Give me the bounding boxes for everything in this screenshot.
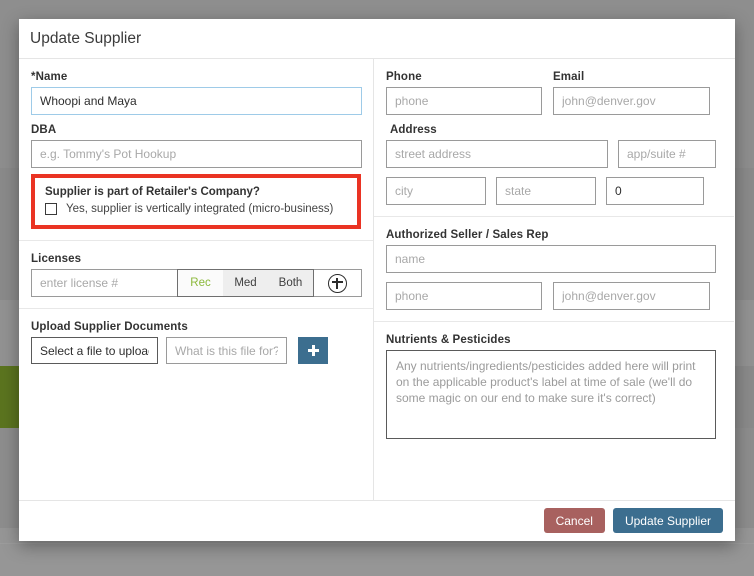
license-type-segmented-control: Rec Med Both: [177, 269, 314, 297]
licenses-label: Licenses: [31, 253, 361, 265]
upload-row: [31, 337, 361, 364]
street-address-input[interactable]: [386, 140, 608, 168]
update-supplier-modal: Update Supplier *Name DBA Supplier is pa…: [19, 19, 735, 541]
page-title: Update Supplier: [30, 30, 141, 48]
seller-contact-row: [386, 282, 722, 310]
cancel-button[interactable]: Cancel: [544, 508, 605, 533]
seller-phone-input[interactable]: [386, 282, 542, 310]
add-license-button[interactable]: [314, 269, 362, 297]
phone-label: Phone: [386, 71, 542, 83]
name-input[interactable]: [31, 87, 362, 115]
dba-label: DBA: [31, 124, 361, 136]
supplier-identity-section: *Name DBA Supplier is part of Retailer's…: [19, 59, 373, 240]
seller-email-input[interactable]: [553, 282, 710, 310]
contact-inputs-row: [386, 87, 722, 115]
add-document-button[interactable]: [298, 337, 328, 364]
select-file-button[interactable]: [31, 337, 158, 364]
email-label: Email: [553, 71, 710, 83]
zip-input[interactable]: [606, 177, 704, 205]
contact-section: Phone Email Address: [374, 59, 734, 216]
vertically-integrated-checkbox[interactable]: [45, 203, 57, 215]
file-purpose-input[interactable]: [166, 337, 287, 364]
seller-name-input[interactable]: [386, 245, 716, 273]
left-column: *Name DBA Supplier is part of Retailer's…: [19, 59, 374, 500]
license-type-rec[interactable]: Rec: [178, 270, 223, 296]
contact-labels-row: Phone Email: [386, 71, 722, 87]
modal-header: Update Supplier: [19, 19, 735, 59]
retailer-company-question: Supplier is part of Retailer's Company?: [45, 186, 347, 198]
right-column: Phone Email Address: [374, 59, 734, 500]
vertically-integrated-label: Yes, supplier is vertically integrated (…: [66, 203, 333, 215]
name-label: *Name: [31, 71, 361, 83]
phone-input[interactable]: [386, 87, 542, 115]
circle-plus-icon: [328, 274, 347, 293]
modal-body: *Name DBA Supplier is part of Retailer's…: [19, 59, 735, 500]
address-street-row: [386, 140, 722, 168]
nutrients-label: Nutrients & Pesticides: [386, 334, 722, 346]
license-type-both[interactable]: Both: [268, 270, 313, 296]
modal-footer: Cancel Update Supplier: [19, 500, 735, 540]
upload-documents-label: Upload Supplier Documents: [31, 321, 361, 333]
nutrients-section: Nutrients & Pesticides: [374, 321, 734, 455]
dba-input[interactable]: [31, 140, 362, 168]
retailer-company-highlight: Supplier is part of Retailer's Company? …: [31, 174, 361, 229]
background-divider: [0, 543, 754, 544]
nutrients-textarea[interactable]: [386, 350, 716, 439]
license-entry-row: Rec Med Both: [31, 269, 362, 297]
authorized-seller-section: Authorized Seller / Sales Rep: [374, 216, 734, 321]
vertically-integrated-row[interactable]: Yes, supplier is vertically integrated (…: [45, 203, 347, 215]
upload-documents-section: Upload Supplier Documents: [19, 308, 373, 375]
apartment-suite-input[interactable]: [618, 140, 716, 168]
email-input[interactable]: [553, 87, 710, 115]
authorized-seller-label: Authorized Seller / Sales Rep: [386, 229, 722, 241]
license-number-input[interactable]: [31, 269, 177, 297]
license-type-med[interactable]: Med: [223, 270, 268, 296]
update-supplier-button[interactable]: Update Supplier: [613, 508, 723, 533]
state-input[interactable]: [496, 177, 596, 205]
address-city-row: [386, 177, 722, 205]
address-label: Address: [386, 124, 722, 136]
city-input[interactable]: [386, 177, 486, 205]
licenses-section: Licenses Rec Med Both: [19, 240, 373, 308]
